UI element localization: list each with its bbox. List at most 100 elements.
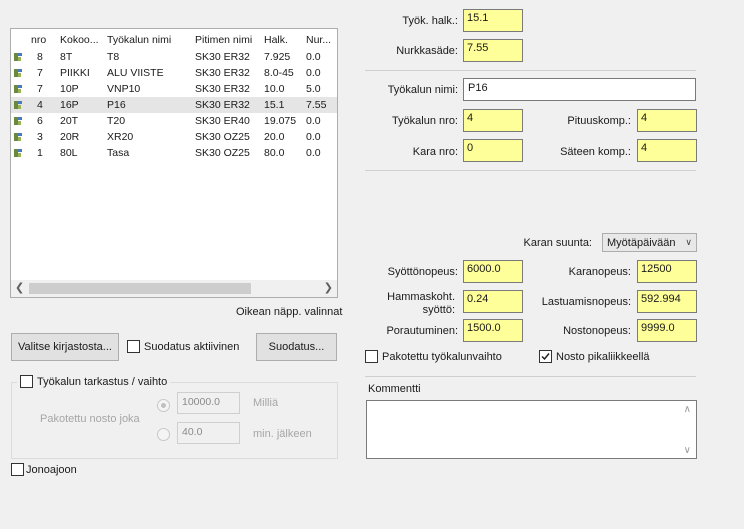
table-row[interactable]: 3 20R XR20 SK30 OZ25 20.0 0.0 bbox=[11, 129, 337, 145]
fast-lift-checkbox[interactable] bbox=[539, 350, 552, 363]
cell-nimi: T8 bbox=[107, 51, 120, 63]
cell-nur: 0.0 bbox=[306, 51, 321, 63]
cell-pidin: SK30 ER40 bbox=[195, 115, 250, 127]
table-row[interactable]: 8 8T T8 SK30 ER32 7.925 0.0 bbox=[11, 49, 337, 65]
cell-nro: 7 bbox=[37, 83, 43, 95]
col-kokoonpano[interactable]: Kokoo... bbox=[60, 34, 99, 46]
forced-change-label: Pakotettu työkalunvaihto bbox=[382, 350, 502, 363]
cell-pidin: SK30 ER32 bbox=[195, 51, 250, 63]
cell-nur: 7.55 bbox=[306, 99, 327, 111]
tooth-feed-field[interactable]: 0.24 bbox=[463, 290, 523, 313]
tool-list[interactable]: nro Kokoo... Työkalun nimi Pitimen nimi … bbox=[10, 28, 338, 298]
corner-radius-field[interactable]: 7.55 bbox=[463, 39, 523, 62]
lift-speed-field[interactable]: 9999.0 bbox=[637, 319, 697, 342]
forced-change-option[interactable]: Pakotettu työkalunvaihto bbox=[365, 350, 502, 363]
tool-icon bbox=[14, 53, 22, 61]
scroll-left-icon[interactable]: ❮ bbox=[15, 281, 24, 294]
cell-pidin: SK30 ER32 bbox=[195, 67, 250, 79]
corner-radius-label: Nurkkasäde: bbox=[396, 45, 458, 57]
forced-lift-mm-field[interactable]: 10000.0 bbox=[177, 392, 240, 414]
cell-nur: 0.0 bbox=[306, 131, 321, 143]
spindle-speed-field[interactable]: 12500 bbox=[637, 260, 697, 283]
spindle-direction-label: Karan suunta: bbox=[523, 237, 593, 249]
spindle-number-field[interactable]: 0 bbox=[463, 139, 523, 162]
queue-option[interactable]: Jonoajoon bbox=[11, 463, 77, 476]
diameter-field[interactable]: 15.1 bbox=[463, 9, 523, 32]
feed-rate-label: Syöttönopeus: bbox=[387, 266, 458, 278]
table-row[interactable]: 1 80L Tasa SK30 OZ25 80.0 0.0 bbox=[11, 145, 337, 161]
filter-active-label: Suodatus aktiivinen bbox=[144, 340, 240, 353]
diameter-label: Työk. halk.: bbox=[402, 15, 458, 27]
cell-halk: 15.1 bbox=[264, 99, 285, 111]
tooth-feed-label: Hammaskoht. syöttö: bbox=[370, 291, 455, 317]
length-comp-field[interactable]: 4 bbox=[637, 109, 697, 132]
tool-check-checkbox[interactable] bbox=[20, 375, 33, 388]
spindle-number-label: Kara nro: bbox=[412, 146, 458, 158]
forced-change-checkbox[interactable] bbox=[365, 350, 378, 363]
tool-check-option[interactable]: Työkalun tarkastus / vaihto bbox=[17, 375, 171, 388]
table-row[interactable]: 6 20T T20 SK30 ER40 19.075 0.0 bbox=[11, 113, 337, 129]
cutting-speed-field[interactable]: 592.994 bbox=[637, 290, 697, 313]
horizontal-scrollbar[interactable]: ❮ ❯ bbox=[11, 280, 337, 297]
tool-name-field[interactable]: P16 bbox=[463, 78, 696, 101]
forced-lift-label: Pakotettu nosto joka bbox=[40, 413, 140, 425]
checkmark-icon bbox=[541, 353, 550, 361]
radius-comp-label: Säteen komp.: bbox=[560, 146, 631, 158]
forced-lift-time-field[interactable]: 40.0 bbox=[177, 422, 240, 444]
scroll-up-icon[interactable]: ∧ bbox=[684, 404, 691, 415]
lift-speed-label: Nostonopeus: bbox=[563, 325, 631, 337]
col-holder-name[interactable]: Pitimen nimi bbox=[195, 34, 252, 46]
divider-1 bbox=[365, 70, 696, 71]
cell-nur: 0.0 bbox=[306, 115, 321, 127]
comment-label: Kommentti bbox=[368, 383, 421, 395]
cell-kokoo: 10P bbox=[60, 83, 79, 95]
library-button[interactable]: Valitse kirjastosta... bbox=[11, 333, 119, 361]
col-tool-name[interactable]: Työkalun nimi bbox=[107, 34, 171, 46]
filter-active-option[interactable]: Suodatus aktiivinen bbox=[127, 340, 239, 353]
cell-pidin: SK30 ER32 bbox=[195, 99, 250, 111]
divider-3 bbox=[365, 376, 696, 377]
forced-lift-time-unit: min. jälkeen bbox=[253, 428, 312, 440]
col-nro[interactable]: nro bbox=[31, 34, 46, 46]
radius-comp-field[interactable]: 4 bbox=[637, 139, 697, 162]
cell-nimi: T20 bbox=[107, 115, 126, 127]
scroll-thumb[interactable] bbox=[29, 283, 251, 294]
tool-icon bbox=[14, 149, 22, 157]
cell-kokoo: 8T bbox=[60, 51, 73, 63]
col-diameter[interactable]: Halk. bbox=[264, 34, 288, 46]
cell-nur: 0.0 bbox=[306, 147, 321, 159]
plunge-field[interactable]: 1500.0 bbox=[463, 319, 523, 342]
tooth-feed-label-line2: syöttö: bbox=[422, 304, 455, 316]
queue-checkbox[interactable] bbox=[11, 463, 24, 476]
cell-nimi: Tasa bbox=[107, 147, 130, 159]
cell-nimi: XR20 bbox=[107, 131, 134, 143]
tool-name-label: Työkalun nimi: bbox=[387, 84, 458, 96]
filter-active-checkbox[interactable] bbox=[127, 340, 140, 353]
cell-halk: 7.925 bbox=[264, 51, 291, 63]
forced-lift-time-radio[interactable] bbox=[157, 428, 170, 441]
tool-number-label: Työkalun nro: bbox=[391, 115, 458, 127]
cell-nimi: P16 bbox=[107, 99, 126, 111]
cell-halk: 10.0 bbox=[264, 83, 285, 95]
feed-rate-field[interactable]: 6000.0 bbox=[463, 260, 523, 283]
cell-kokoo: 20R bbox=[60, 131, 80, 143]
forced-lift-mm-radio[interactable] bbox=[157, 399, 170, 412]
cell-nro: 3 bbox=[37, 131, 43, 143]
tool-number-field[interactable]: 4 bbox=[463, 109, 523, 132]
scroll-down-icon[interactable]: ∨ bbox=[684, 445, 691, 456]
fast-lift-option[interactable]: Nosto pikaliikkeellä bbox=[539, 350, 650, 363]
table-row[interactable]: 7 PIIKKI ALU VIISTE SK30 ER32 8.0-45 0.0 bbox=[11, 65, 337, 81]
scroll-right-icon[interactable]: ❯ bbox=[324, 281, 333, 294]
cell-nro: 1 bbox=[37, 147, 43, 159]
table-row[interactable]: 4 16P P16 SK30 ER32 15.1 7.55 bbox=[11, 97, 337, 113]
cell-halk: 20.0 bbox=[264, 131, 285, 143]
tool-icon bbox=[14, 133, 22, 141]
col-corner[interactable]: Nur... bbox=[306, 34, 331, 46]
comment-textarea[interactable]: ∧ ∨ bbox=[366, 400, 697, 459]
tool-icon bbox=[14, 85, 22, 93]
filter-button[interactable]: Suodatus... bbox=[256, 333, 337, 361]
queue-label: Jonoajoon bbox=[26, 463, 77, 476]
table-row[interactable]: 7 10P VNP10 SK30 ER32 10.0 5.0 bbox=[11, 81, 337, 97]
cell-kokoo: PIIKKI bbox=[60, 67, 90, 79]
spindle-direction-select[interactable]: Myötäpäivään ∨ bbox=[602, 233, 697, 252]
